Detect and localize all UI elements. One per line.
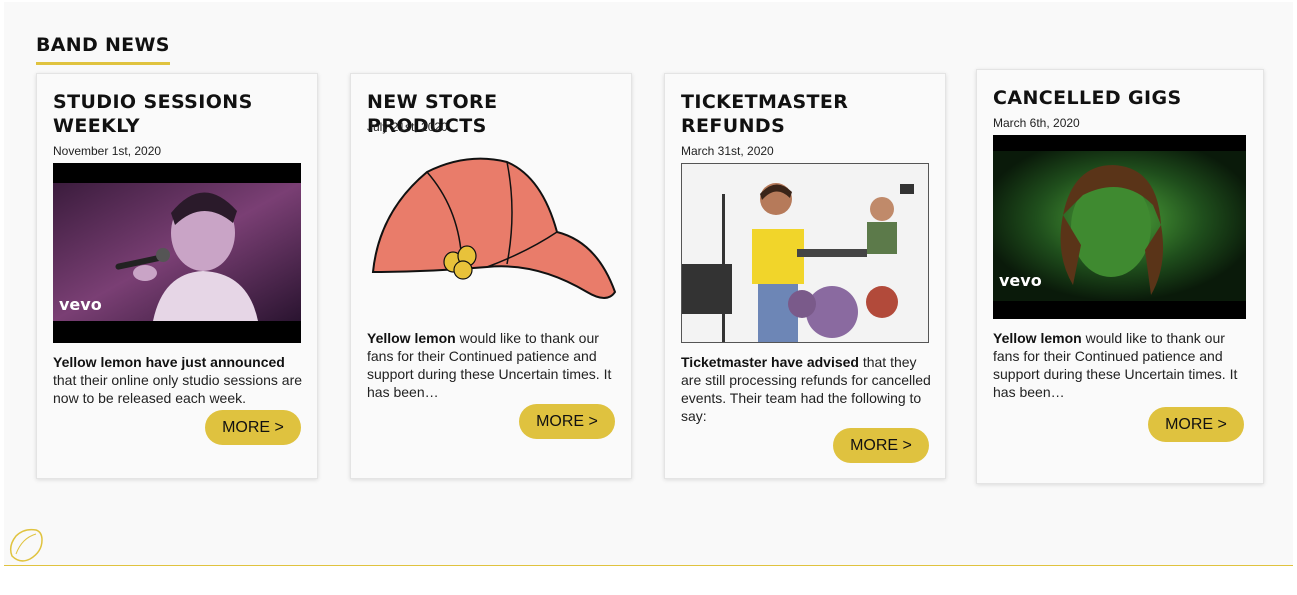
card-excerpt: Ticketmaster have advised that they are … [681, 354, 931, 424]
card-date: March 31st, 2020 [681, 144, 774, 158]
video-thumbnail[interactable]: vevo [53, 163, 301, 343]
more-button[interactable]: MORE > [833, 428, 929, 463]
video-thumbnail[interactable]: vevo [993, 135, 1246, 319]
band-photo[interactable] [681, 163, 929, 343]
section-heading: BAND NEWS [36, 34, 170, 65]
vevo-logo: vevo [59, 295, 102, 314]
card-date: July 21st, 2020 [367, 120, 448, 134]
cap-product-image[interactable] [367, 152, 617, 302]
news-card-store-products: NEW STORE PRODUCTS July 21st, 2020 Yello… [350, 73, 632, 479]
card-title: CANCELLED GIGS [993, 87, 1182, 109]
card-title: TICKETMASTER REFUNDS [681, 91, 849, 137]
vevo-logo: vevo [999, 271, 1042, 290]
more-button[interactable]: MORE > [205, 410, 301, 445]
news-card-cancelled-gigs: CANCELLED GIGS March 6th, 2020 vevo Yell… [976, 69, 1264, 484]
more-button[interactable]: MORE > [519, 404, 615, 439]
card-excerpt: Yellow lemon would like to thank our fan… [993, 330, 1238, 400]
news-card-ticketmaster-refunds: TICKETMASTER REFUNDS March 31st, 2020 Ti… [664, 73, 946, 479]
lemon-outline-icon [6, 526, 44, 569]
card-title: STUDIO SESSIONS WEEKLY [53, 91, 253, 137]
more-button[interactable]: MORE > [1148, 407, 1244, 442]
card-date: March 6th, 2020 [993, 116, 1080, 130]
card-excerpt: Yellow lemon have just announced that th… [53, 354, 303, 406]
card-date: November 1st, 2020 [53, 144, 162, 158]
card-excerpt: Yellow lemon would like to thank our fan… [367, 330, 612, 400]
news-card-studio-sessions: STUDIO SESSIONS WEEKLY November 1st, 202… [36, 73, 318, 479]
band-news-section: BAND NEWS STUDIO SESSIONS WEEKLY Novembe… [4, 2, 1293, 566]
